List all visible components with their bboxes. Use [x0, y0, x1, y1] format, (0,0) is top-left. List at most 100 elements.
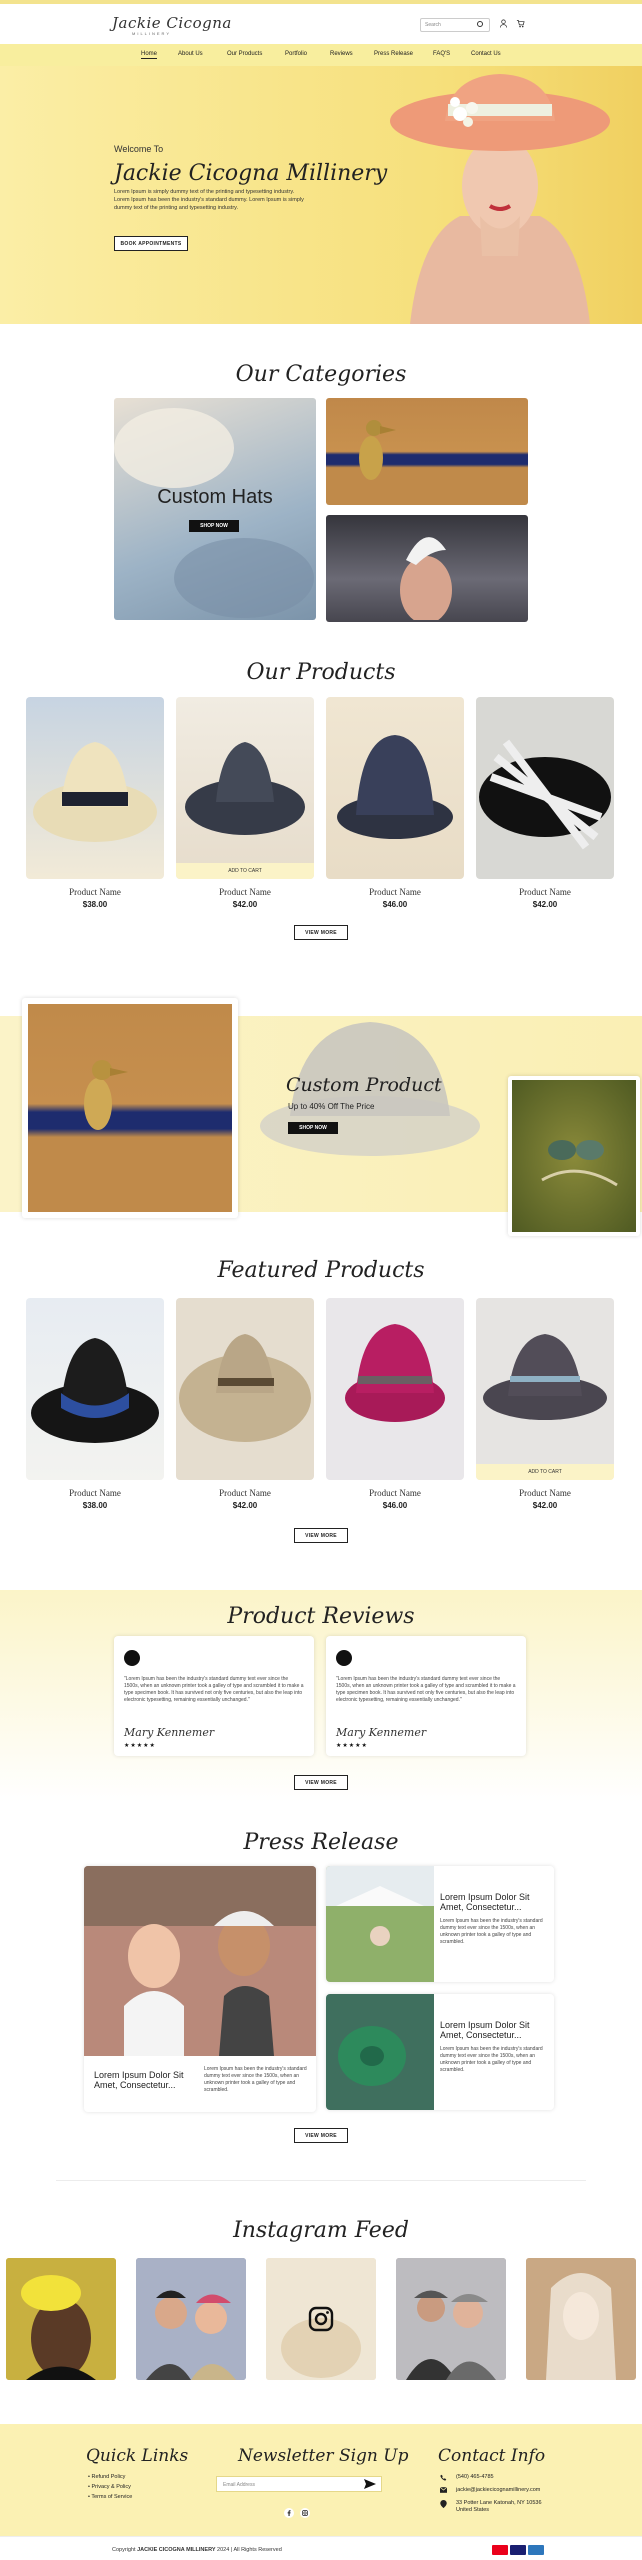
nav-press-release[interactable]: Press Release: [374, 51, 413, 57]
product-card-2[interactable]: ADD TO CART: [176, 697, 314, 879]
product-price: $42.00: [232, 1501, 258, 1510]
instagram-icon[interactable]: [308, 2306, 334, 2332]
link-privacy-policy[interactable]: • Privacy & Policy: [88, 2482, 132, 2492]
link-label[interactable]: Terms of Service: [91, 2494, 132, 2500]
reviews-view-more-button[interactable]: VIEW MORE: [294, 1775, 348, 1790]
product-name[interactable]: Product Name: [326, 1488, 464, 1498]
contact-phone[interactable]: (540) 465-4785: [456, 2474, 494, 2480]
instagram-post[interactable]: [266, 2258, 376, 2380]
brand-logo[interactable]: Jackie Cicogna: [112, 14, 232, 32]
product-image: [33, 742, 157, 842]
product-name[interactable]: Product Name: [476, 887, 614, 897]
nav-faqs[interactable]: FAQ'S: [433, 51, 450, 57]
featured-card-1[interactable]: [26, 1298, 164, 1480]
product-card-1[interactable]: [26, 697, 164, 879]
nav-reviews[interactable]: Reviews: [330, 51, 353, 57]
nav-contact-us[interactable]: Contact Us: [471, 51, 501, 57]
amex-icon: [528, 2545, 544, 2555]
press-card[interactable]: Lorem Ipsum Dolor Sit Amet, Consectetur.…: [326, 1994, 554, 2110]
product-image: [483, 1334, 607, 1420]
press-view-more-button[interactable]: VIEW MORE: [294, 2128, 348, 2143]
press-image: [84, 1866, 316, 2056]
press-title-text[interactable]: Lorem Ipsum Dolor Sit Amet, Consectetur.…: [440, 1892, 548, 1912]
review-card: "Lorem Ipsum has been the industry's sta…: [114, 1636, 314, 1756]
product-price: $46.00: [382, 1501, 408, 1510]
toucan-brooch-image: [359, 420, 396, 480]
press-excerpt: Lorem Ipsum has been the industry's stan…: [440, 1918, 543, 1945]
toucan-brooch-icon: [84, 1060, 128, 1130]
nav-our-products[interactable]: Our Products: [227, 51, 262, 57]
product-card-4[interactable]: [476, 697, 614, 879]
product-name[interactable]: Product Name: [26, 887, 164, 897]
featured-view-more-button[interactable]: VIEW MORE: [294, 1528, 348, 1543]
instagram-post[interactable]: [526, 2258, 636, 2380]
contact-email[interactable]: jackie@jackiecicognamillinery.com: [456, 2487, 540, 2493]
reviews-title: Product Reviews: [227, 1604, 415, 1629]
product-name[interactable]: Product Name: [326, 887, 464, 897]
promo-shop-now-button[interactable]: SHOP NOW: [288, 1122, 338, 1134]
promo-birds-image: [512, 1080, 636, 1232]
nav-home[interactable]: Home: [141, 51, 158, 59]
press-card[interactable]: Lorem Ipsum Dolor Sit Amet, Consectetur.…: [326, 1866, 554, 1982]
bird-brooch-icon: [541, 1140, 618, 1187]
category-shop-now-button[interactable]: SHOP NOW: [189, 520, 239, 532]
categories-title: Our Categories: [235, 362, 407, 387]
user-icon[interactable]: [499, 19, 508, 28]
promo-brooch-image: [28, 1004, 232, 1212]
facebook-icon[interactable]: [284, 2508, 294, 2518]
newsletter-email-input[interactable]: Email Address: [216, 2476, 382, 2492]
press-title: Press Release: [243, 1830, 399, 1855]
press-title-text[interactable]: Lorem Ipsum Dolor Sit Amet, Consectetur.…: [440, 2020, 548, 2040]
product-name[interactable]: Product Name: [176, 887, 314, 897]
product-image: [179, 1334, 311, 1442]
featured-card-2[interactable]: [176, 1298, 314, 1480]
instagram-post[interactable]: [396, 2258, 506, 2380]
product-image: [337, 735, 453, 839]
featured-card-3[interactable]: [326, 1298, 464, 1480]
nav-portfolio[interactable]: Portfolio: [285, 51, 307, 57]
category-brooches[interactable]: [326, 398, 528, 505]
product-name[interactable]: Product Name: [176, 1488, 314, 1498]
press-card-main[interactable]: Lorem Ipsum Dolor Sit Amet, Consectetur.…: [84, 1866, 316, 2112]
product-card-3[interactable]: [326, 697, 464, 879]
instagram-image: [6, 2258, 116, 2380]
add-to-cart-button[interactable]: ADD TO CART: [476, 1464, 614, 1480]
search-icon[interactable]: [477, 21, 483, 27]
category-fascinators[interactable]: [326, 515, 528, 622]
products-title: Our Products: [246, 660, 396, 685]
instagram-title: Instagram Feed: [233, 2218, 409, 2243]
copyright-brand: JACKIE CICOGNA MILLINERY: [137, 2547, 216, 2553]
cart-icon[interactable]: [516, 19, 525, 28]
category-custom-hats[interactable]: Custom Hats SHOP NOW: [114, 398, 316, 620]
hero-banner: Welcome To Jackie Cicogna Millinery Lore…: [0, 66, 642, 324]
contact-address: 33 Potter Lane Katonah, NY 10536 United …: [456, 2500, 542, 2513]
review-text: "Lorem Ipsum has been the industry's sta…: [336, 1676, 516, 1703]
link-refund-policy[interactable]: • Refund Policy: [88, 2472, 132, 2482]
press-title-text[interactable]: Lorem Ipsum Dolor Sit Amet, Consectetur.…: [94, 2070, 194, 2090]
link-terms-of-service[interactable]: • Terms of Service: [88, 2492, 132, 2502]
products-view-more-button[interactable]: VIEW MORE: [294, 925, 348, 940]
product-name[interactable]: Product Name: [476, 1488, 614, 1498]
instagram-image: [526, 2258, 636, 2380]
nav-about-us[interactable]: About Us: [178, 51, 203, 57]
copyright-suffix: 2024 | All Rights Reserved: [217, 2547, 282, 2553]
product-image: [479, 739, 611, 850]
header: Jackie Cicogna MILLINERY Search: [0, 4, 642, 44]
custom-hats-image: [114, 408, 314, 618]
product-name[interactable]: Product Name: [26, 1488, 164, 1498]
link-label[interactable]: Privacy & Policy: [91, 2484, 130, 2490]
add-to-cart-button[interactable]: ADD TO CART: [176, 863, 314, 879]
reviewer-name: Mary Kennemer: [124, 1726, 215, 1739]
quick-links-title: Quick Links: [86, 2446, 189, 2466]
promo-title: Custom Product: [286, 1074, 442, 1096]
featured-card-4[interactable]: ADD TO CART: [476, 1298, 614, 1480]
rating-stars: ★★★★★: [336, 1743, 368, 1749]
link-label[interactable]: Refund Policy: [91, 2474, 125, 2480]
press-excerpt: Lorem Ipsum has been the industry's stan…: [440, 2046, 543, 2073]
review-text: "Lorem Ipsum has been the industry's sta…: [124, 1676, 304, 1703]
instagram-footer-icon[interactable]: [300, 2508, 310, 2518]
book-appointments-button[interactable]: BOOK APPOINTMENTS: [114, 236, 188, 251]
send-icon[interactable]: [364, 2479, 376, 2489]
instagram-post[interactable]: [136, 2258, 246, 2380]
instagram-post[interactable]: [6, 2258, 116, 2380]
